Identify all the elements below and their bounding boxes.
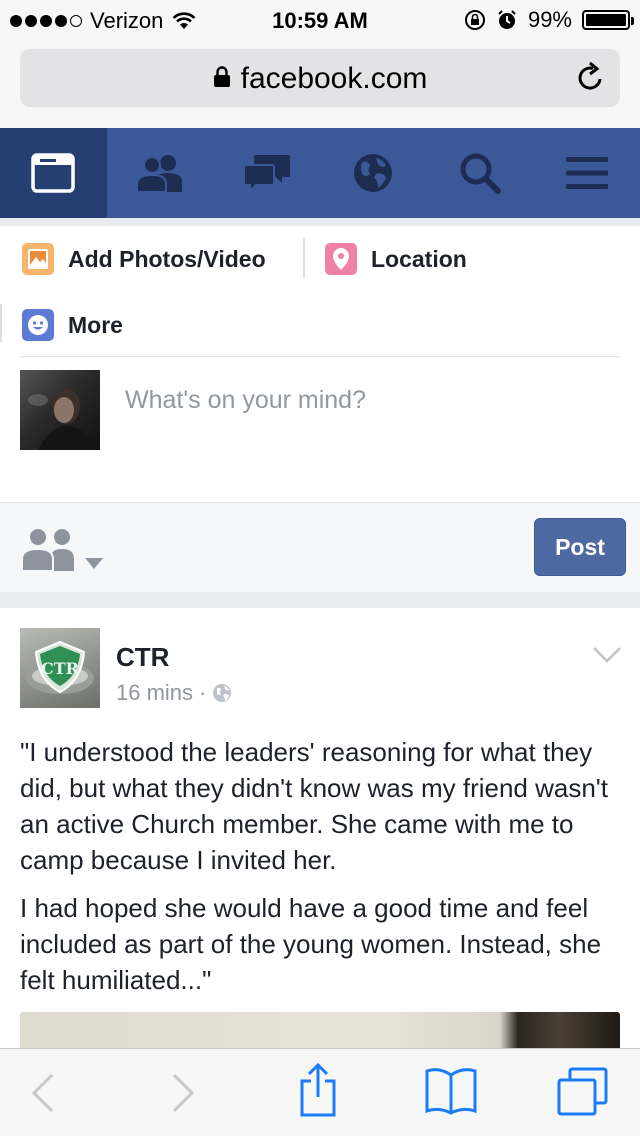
story-image[interactable] [20,1012,620,1052]
nav-news-feed[interactable] [0,128,107,218]
story-text: "I understood the leaders' reasoning for… [20,734,620,1010]
feed-story: CTR CTR 16 mins · "I understood the lead… [0,608,640,1052]
forward-icon[interactable] [170,1073,196,1113]
address-display[interactable]: facebook.com [20,62,620,96]
nav-menu[interactable] [533,128,640,218]
search-icon [460,153,502,194]
composer-footer: Post [0,502,640,592]
tabs-icon[interactable] [556,1067,610,1117]
status-bar: Verizon 10:59 AM 99% [0,0,640,40]
location-button[interactable]: Location [325,243,467,275]
add-photos-video-label: Add Photos/Video [68,245,266,272]
smiley-icon [22,309,54,341]
news-feed-icon [31,153,76,193]
url-text: facebook.com [240,62,428,95]
page-name[interactable]: CTR [116,642,169,673]
user-avatar[interactable] [20,370,100,450]
status-composer: Add Photos/Video Location More What's on… [0,226,640,502]
audience-friends-icon [21,527,74,571]
story-paragraph: I had hoped she would have a good time a… [20,893,602,995]
alarm-icon [498,10,516,29]
messages-icon [242,155,290,193]
nav-search[interactable] [427,128,534,218]
composer-divider [20,356,620,357]
caret-down-icon [85,558,103,569]
browser-address-area: facebook.com [0,40,640,128]
page-avatar[interactable]: CTR [20,628,100,708]
nav-messages[interactable] [213,128,320,218]
share-icon[interactable] [298,1063,338,1117]
status-input[interactable]: What's on your mind? [125,386,366,415]
story-time[interactable]: 16 mins [116,680,193,706]
battery-percent: 99% [527,7,572,32]
story-meta: 16 mins · [116,680,232,706]
audience-selector[interactable] [20,525,104,571]
meta-separator: · [199,680,207,705]
notifications-globe-icon [354,154,393,192]
friends-icon [136,155,182,192]
chevron-down-icon[interactable] [592,646,622,664]
public-globe-icon [213,684,232,702]
location-pin-icon [325,243,357,275]
status-right: 99% [464,7,634,33]
nav-friends[interactable] [107,128,214,218]
story-paragraph: "I understood the leaders' reasoning for… [20,737,608,875]
browser-toolbar [0,1048,640,1136]
add-photos-video-button[interactable]: Add Photos/Video [22,243,266,275]
rotation-lock-icon [464,10,485,30]
nav-notifications[interactable] [320,128,427,218]
location-label: Location [371,245,467,272]
post-button[interactable]: Post [534,518,626,576]
svg-text:CTR: CTR [41,659,80,678]
photo-icon [22,243,54,275]
bookmarks-icon[interactable] [424,1067,478,1115]
menu-icon [565,157,608,189]
battery-icon [582,10,634,30]
more-button[interactable]: More [22,309,123,341]
action-separator [303,238,305,278]
back-icon[interactable] [30,1073,56,1113]
reload-icon[interactable] [576,61,606,93]
composer-actions: Add Photos/Video Location More [0,226,640,342]
facebook-top-nav [0,128,640,218]
lock-icon [213,66,230,88]
more-separator [0,304,2,342]
more-label: More [68,311,123,338]
address-bar[interactable]: facebook.com [20,49,620,107]
